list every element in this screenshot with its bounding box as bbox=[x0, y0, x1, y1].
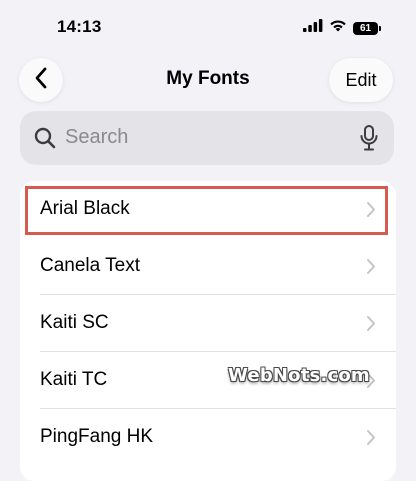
battery-level: 61 bbox=[359, 22, 372, 34]
chevron-right-icon bbox=[366, 201, 376, 223]
font-row-kaiti-sc[interactable]: Kaiti SC bbox=[20, 295, 396, 352]
font-name: Kaiti TC bbox=[40, 369, 108, 390]
font-row-arial-black[interactable]: Arial Black bbox=[20, 181, 396, 238]
font-name: Arial Black bbox=[40, 198, 130, 219]
font-name: PingFang HK bbox=[40, 426, 154, 447]
battery-icon: 61 bbox=[353, 21, 381, 35]
font-list: Arial Black Canela Text Kaiti SC Kaiti T… bbox=[20, 181, 396, 481]
search-icon bbox=[33, 126, 57, 155]
font-name: Canela Text bbox=[40, 255, 140, 276]
navigation-bar: My Fonts Edit bbox=[0, 56, 416, 104]
microphone-icon[interactable] bbox=[359, 124, 379, 157]
edit-button[interactable]: Edit bbox=[329, 58, 393, 102]
watermark: WebNots.com bbox=[228, 365, 370, 386]
chevron-right-icon bbox=[366, 258, 376, 280]
status-bar: 14:13 61 bbox=[0, 0, 416, 58]
font-name: Kaiti SC bbox=[40, 312, 109, 333]
status-icons: 61 bbox=[303, 19, 381, 37]
cellular-signal-icon bbox=[303, 19, 323, 37]
font-row-canela-text[interactable]: Canela Text bbox=[20, 238, 396, 295]
wifi-icon bbox=[329, 19, 347, 37]
chevron-right-icon bbox=[366, 315, 376, 337]
chevron-right-icon bbox=[366, 429, 376, 451]
search-input[interactable]: Search bbox=[20, 111, 394, 165]
search-placeholder: Search bbox=[65, 126, 129, 148]
status-time: 14:13 bbox=[57, 17, 102, 36]
font-row-pingfang-hk[interactable]: PingFang HK bbox=[20, 409, 396, 466]
